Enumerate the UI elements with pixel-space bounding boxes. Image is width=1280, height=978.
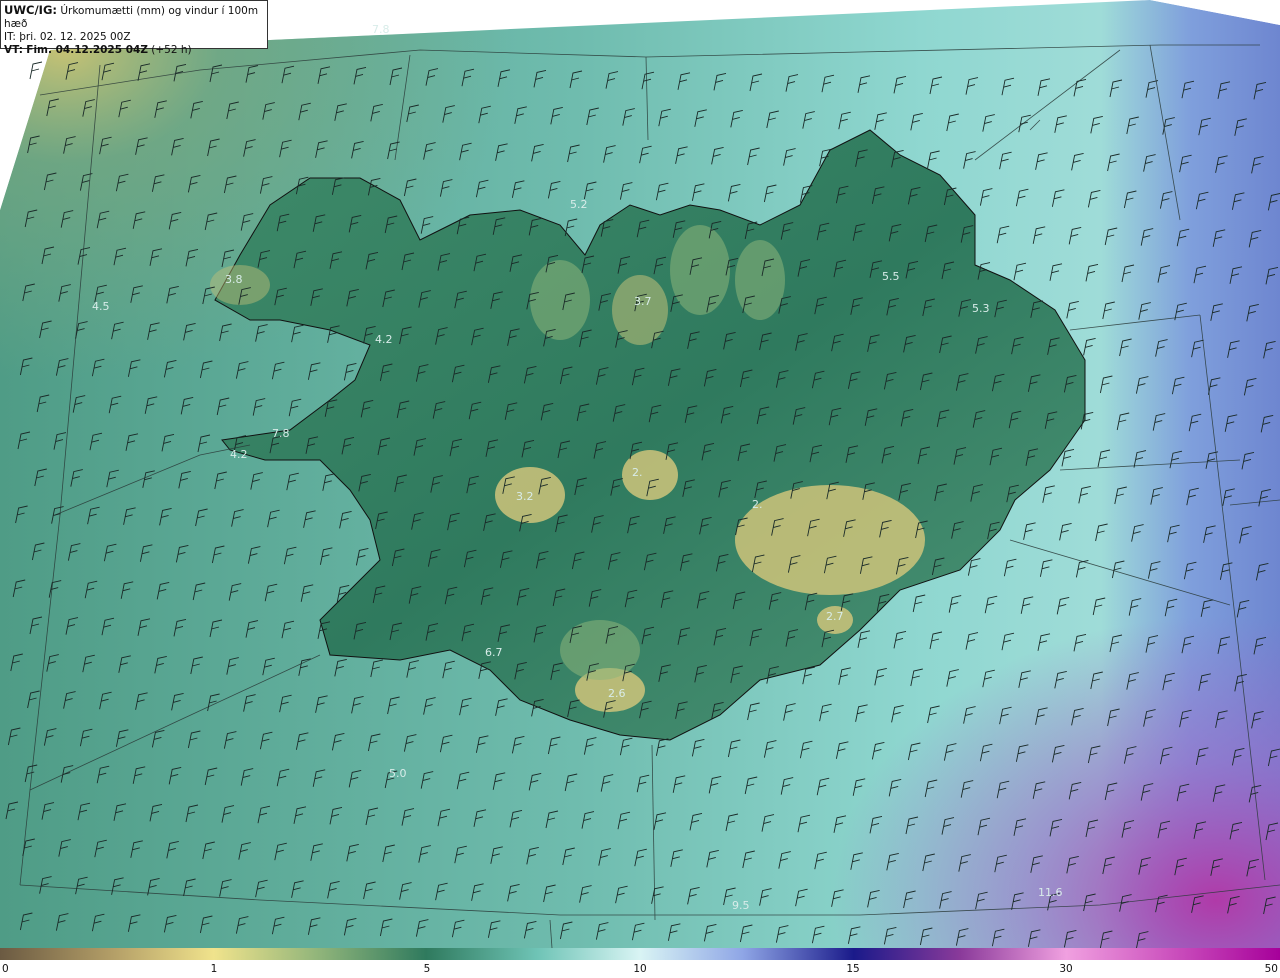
colorbar-tick: 5 bbox=[423, 963, 431, 975]
model-name: UWC/IG: bbox=[4, 3, 57, 17]
value-label: 7.8 bbox=[272, 427, 290, 440]
value-label: 4.2 bbox=[375, 333, 393, 346]
colorbar bbox=[0, 948, 1280, 960]
value-label: 11.6 bbox=[1038, 886, 1063, 899]
value-label: 5.0 bbox=[389, 767, 407, 780]
value-label: 2.7 bbox=[826, 610, 844, 623]
value-label: 2. bbox=[752, 498, 763, 511]
value-label: 3.8 bbox=[225, 273, 243, 286]
value-label: 5.3 bbox=[972, 302, 990, 315]
colorbar-labels: 0 1 5 10 15 30 50 bbox=[0, 962, 1280, 978]
title-line: UWC/IG: Úrkomumætti (mm) og vindur í 100… bbox=[4, 4, 267, 31]
value-label: 2. bbox=[632, 466, 643, 479]
colorbar-tick: 15 bbox=[846, 963, 860, 975]
value-label: 2.6 bbox=[608, 687, 626, 700]
init-time: þri. 02. 12. 2025 00Z bbox=[19, 31, 131, 43]
colorbar-tick: 30 bbox=[1059, 963, 1073, 975]
value-label: 5.2 bbox=[570, 198, 588, 211]
lead-time: (+52 h) bbox=[151, 44, 192, 56]
valid-time: Fim. 04.12.2025 04Z bbox=[26, 44, 148, 56]
colorbar-tick: 10 bbox=[633, 963, 647, 975]
value-label: 6.7 bbox=[485, 646, 503, 659]
forecast-map: 7.8 4.2 3.8 4.5 3.7 5.5 5.3 7.8 4.2 3.2 … bbox=[0, 0, 1280, 948]
init-time-line: IT: þri. 02. 12. 2025 00Z bbox=[4, 31, 267, 44]
value-label: 9.5 bbox=[732, 899, 750, 912]
value-label: 5.5 bbox=[882, 270, 900, 283]
colorbar-tick: 1 bbox=[210, 963, 218, 975]
value-label: 3.7 bbox=[634, 295, 652, 308]
colorbar-tick: 0 bbox=[2, 963, 9, 975]
value-label: 4.5 bbox=[92, 300, 110, 313]
colorbar-tick: 50 bbox=[1264, 963, 1278, 975]
value-label: 7.8 bbox=[372, 23, 390, 36]
valid-label: VT: bbox=[4, 44, 23, 56]
value-label: 3.2 bbox=[516, 490, 534, 503]
title-box: UWC/IG: Úrkomumætti (mm) og vindur í 100… bbox=[0, 0, 268, 56]
valid-time-line: VT: Fim. 04.12.2025 04Z (+52 h) bbox=[4, 44, 267, 57]
init-label: IT: bbox=[4, 31, 16, 43]
value-label: 4.2 bbox=[230, 448, 248, 461]
